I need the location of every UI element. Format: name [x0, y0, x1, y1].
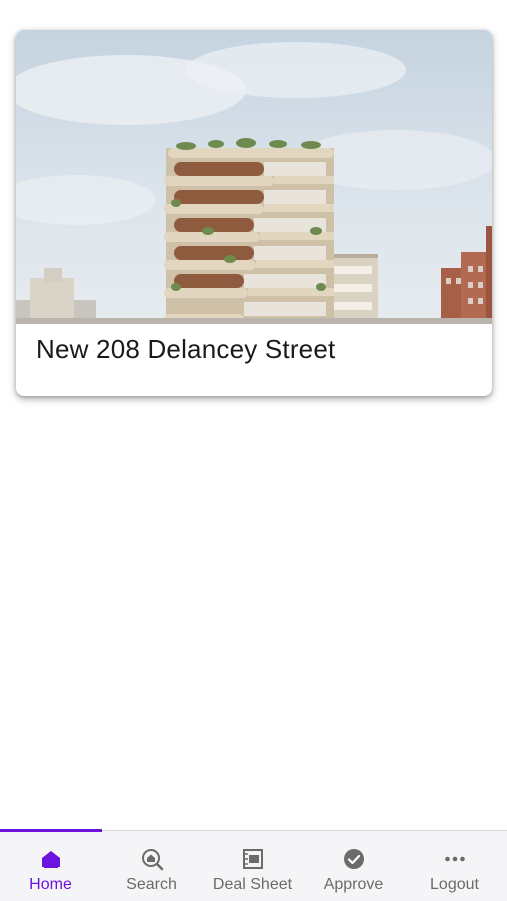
nav-deal-sheet[interactable]: Deal Sheet: [202, 831, 303, 901]
deal-sheet-icon: [241, 847, 265, 871]
approve-check-icon: [342, 847, 366, 871]
nav-approve-label: Approve: [323, 876, 384, 893]
listing-image[interactable]: [16, 30, 492, 324]
search-home-icon: [140, 847, 164, 871]
home-icon: [39, 847, 63, 871]
listing-title: New 208 Delancey Street: [36, 334, 336, 364]
bottom-navigation: Home Search Deal Sheet Approve Logout: [0, 829, 507, 901]
listing-card[interactable]: New 208 Delancey Street: [16, 30, 492, 396]
nav-logout-label: Logout: [430, 876, 479, 893]
more-dots-icon: [443, 847, 467, 871]
nav-home-label: Home: [29, 876, 72, 893]
nav-search-label: Search: [126, 876, 177, 893]
nav-logout[interactable]: Logout: [404, 831, 505, 901]
nav-home[interactable]: Home: [0, 831, 101, 901]
nav-search[interactable]: Search: [101, 831, 202, 901]
nav-deal-sheet-label: Deal Sheet: [212, 876, 293, 893]
nav-approve[interactable]: Approve: [303, 831, 404, 901]
